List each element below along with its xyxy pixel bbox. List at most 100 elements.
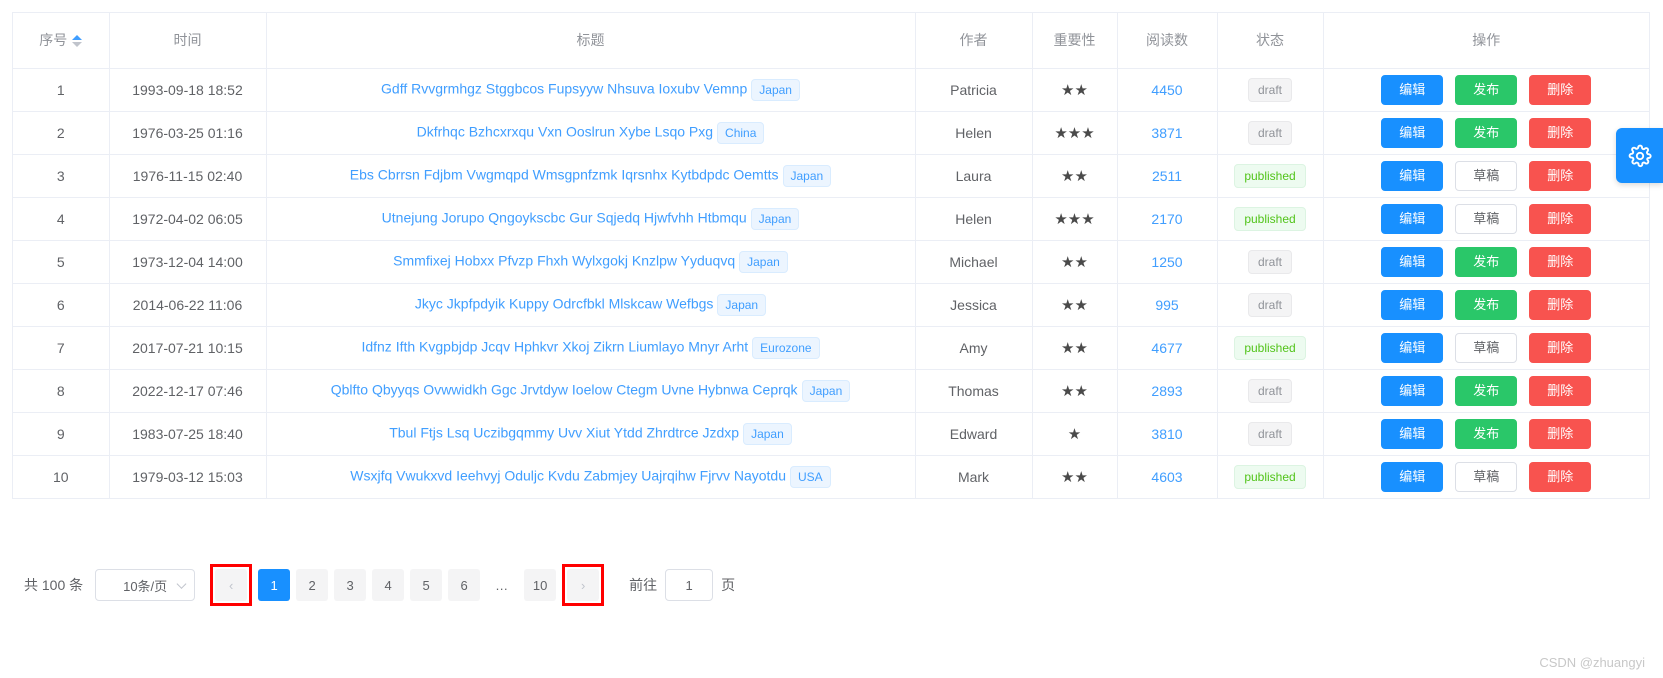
article-title-link[interactable]: Tbul Ftjs Lsq Uczibgqmmy Uvv Xiut Ytdd Z… [389, 424, 739, 440]
cell-time: 1972-04-02 06:05 [109, 197, 267, 241]
edit-button[interactable]: 编辑 [1381, 461, 1444, 492]
publish-button[interactable]: 发布 [1455, 246, 1518, 277]
article-title-link[interactable]: Wsxjfq Vwukxvd Ieehvyj Oduljc Kvdu Zabmj… [350, 467, 786, 483]
read-count: 1250 [1151, 253, 1183, 270]
sort-ascending-icon[interactable] [72, 35, 83, 41]
cell-status: draft [1217, 369, 1324, 413]
draft-button[interactable]: 草稿 [1455, 461, 1518, 492]
settings-fab-button[interactable] [1616, 128, 1663, 183]
delete-button[interactable]: 删除 [1529, 246, 1592, 277]
page-number-button[interactable]: 2 [296, 569, 329, 601]
region-tag: Japan [801, 379, 851, 402]
cell-author: Thomas [915, 369, 1033, 413]
publish-button[interactable]: 发布 [1455, 418, 1518, 449]
publish-button[interactable]: 发布 [1455, 375, 1518, 406]
region-tag: Japan [751, 78, 800, 101]
delete-button[interactable]: 删除 [1529, 418, 1592, 449]
cell-operations: 编辑 草稿 删除 [1323, 154, 1649, 198]
page-number-button[interactable]: 6 [448, 569, 481, 601]
draft-button[interactable]: 草稿 [1455, 203, 1518, 234]
article-title-link[interactable]: Jkyc Jkpfpdyik Kuppy Odrcfbkl Mlskcaw We… [415, 295, 714, 311]
read-count: 3871 [1151, 124, 1183, 141]
table-row: 8 2022-12-17 07:46 Qblfto Qbyyqs Ovwwidkh … [13, 369, 1649, 413]
cell-operations: 编辑 发布 删除 [1323, 412, 1649, 456]
page-number-button[interactable]: 3 [334, 569, 367, 601]
next-page-button[interactable]: › [567, 569, 600, 601]
cell-author: Michael [915, 240, 1033, 284]
edit-button[interactable]: 编辑 [1381, 289, 1444, 320]
publish-button[interactable]: 发布 [1455, 289, 1518, 320]
sort-descending-icon[interactable] [72, 42, 83, 48]
page-number-button[interactable]: 5 [410, 569, 443, 601]
delete-button[interactable]: 删除 [1529, 117, 1592, 148]
column-header-author[interactable]: 作者 [915, 13, 1033, 69]
sort-caret-icon[interactable] [72, 34, 83, 48]
article-title-link[interactable]: Ebs Cbrrsn Fdjbm Vwgmqpd Wmsgpnfzmk Iqrs… [350, 166, 779, 182]
page-number-button[interactable]: 10 [524, 569, 557, 601]
column-header-importance[interactable]: 重要性 [1032, 13, 1118, 69]
edit-button[interactable]: 编辑 [1381, 203, 1444, 234]
cell-time: 2014-06-22 11:06 [109, 283, 267, 327]
cell-importance: ★★★ [1032, 111, 1118, 155]
edit-button[interactable]: 编辑 [1381, 375, 1444, 406]
cell-author: Patricia [915, 68, 1033, 112]
cell-index: 9 [13, 412, 110, 456]
page-size-select[interactable]: 10条/页 [95, 569, 196, 601]
delete-button[interactable]: 删除 [1529, 375, 1592, 406]
edit-button[interactable]: 编辑 [1381, 74, 1444, 105]
article-title-link[interactable]: Utnejung Jorupo Qngoykscbc Gur Sqjedq Hj… [382, 209, 747, 225]
article-title-link[interactable]: Idfnz Ifth Kvgpbjdp Jcqv Hphkvr Xkoj Zik… [361, 338, 748, 354]
page-jumper-input[interactable] [665, 569, 714, 601]
cell-reads: 2893 [1117, 369, 1218, 413]
table-row: 10 1979-03-12 15:03 Wsxjfq Vwukxvd Ieehvyj… [13, 455, 1649, 499]
delete-button[interactable]: 删除 [1529, 461, 1592, 492]
status-badge: published [1234, 464, 1306, 489]
column-header-title[interactable]: 标题 [266, 13, 916, 69]
edit-button[interactable]: 编辑 [1381, 246, 1444, 277]
importance-stars-icon: ★★ [1061, 382, 1088, 400]
column-header-status[interactable]: 状态 [1217, 13, 1324, 69]
edit-button[interactable]: 编辑 [1381, 160, 1444, 191]
article-title-link[interactable]: Gdff Rvvgrmhgz Stggbcos Fupsyyw Nhsuva I… [381, 80, 747, 96]
cell-time: 1976-03-25 01:16 [109, 111, 267, 155]
article-title-link[interactable]: Dkfrhqc Bzhcxrxqu Vxn Ooslrun Xybe Lsqo … [417, 123, 713, 139]
column-header-time[interactable]: 时间 [109, 13, 267, 69]
delete-button[interactable]: 删除 [1529, 289, 1592, 320]
delete-button[interactable]: 删除 [1529, 74, 1592, 105]
cell-author: Helen [915, 197, 1033, 241]
column-header-index[interactable]: 序号 [13, 13, 110, 69]
cell-status: draft [1217, 412, 1324, 456]
table-header: 序号 时间 标题 作者 重要性 阅读数 状态 操作 [13, 13, 1649, 69]
cell-time: 1973-12-04 14:00 [109, 240, 267, 284]
column-header-reads[interactable]: 阅读数 [1117, 13, 1218, 69]
cell-status: published [1217, 154, 1324, 198]
edit-button[interactable]: 编辑 [1381, 418, 1444, 449]
cell-importance: ★★ [1032, 240, 1118, 284]
article-table: 序号 时间 标题 作者 重要性 阅读数 状态 操作 1 1993-09-18 18… [13, 13, 1649, 499]
page-jumper-label: 前往 [629, 577, 658, 593]
publish-button[interactable]: 发布 [1455, 117, 1518, 148]
cell-operations: 编辑 发布 删除 [1323, 240, 1649, 284]
cell-title: Tbul Ftjs Lsq Uczibgqmmy Uvv Xiut Ytdd Z… [266, 412, 916, 456]
page-number-button[interactable]: 1 [258, 569, 291, 601]
cell-title: Gdff Rvvgrmhgz Stggbcos Fupsyyw Nhsuva I… [266, 68, 916, 112]
edit-button[interactable]: 编辑 [1381, 332, 1444, 363]
region-tag: Eurozone [752, 336, 820, 359]
read-count: 995 [1155, 296, 1179, 313]
cell-importance: ★★ [1032, 369, 1118, 413]
draft-button[interactable]: 草稿 [1455, 160, 1518, 191]
publish-button[interactable]: 发布 [1455, 74, 1518, 105]
action-button-group: 编辑 发布 删除 [1334, 117, 1640, 148]
cell-time: 1993-09-18 18:52 [109, 68, 267, 112]
edit-button[interactable]: 编辑 [1381, 117, 1444, 148]
prev-page-button[interactable]: ‹ [215, 569, 248, 601]
article-title-link[interactable]: Smmfixej Hobxx Pfvzp Fhxh Wylxgokj Knzlp… [393, 252, 735, 268]
article-title-link[interactable]: Qblfto Qbyyqs Ovwwidkh Ggc Jrvtdyw Ioelo… [331, 381, 798, 397]
data-table-container: 序号 时间 标题 作者 重要性 阅读数 状态 操作 1 1993-09-18 18… [12, 12, 1650, 499]
delete-button[interactable]: 删除 [1529, 160, 1592, 191]
delete-button[interactable]: 删除 [1529, 332, 1592, 363]
delete-button[interactable]: 删除 [1529, 203, 1592, 234]
table-row: 1 1993-09-18 18:52 Gdff Rvvgrmhgz Stggbcos… [13, 68, 1649, 112]
page-number-button[interactable]: 4 [372, 569, 405, 601]
draft-button[interactable]: 草稿 [1455, 332, 1518, 363]
